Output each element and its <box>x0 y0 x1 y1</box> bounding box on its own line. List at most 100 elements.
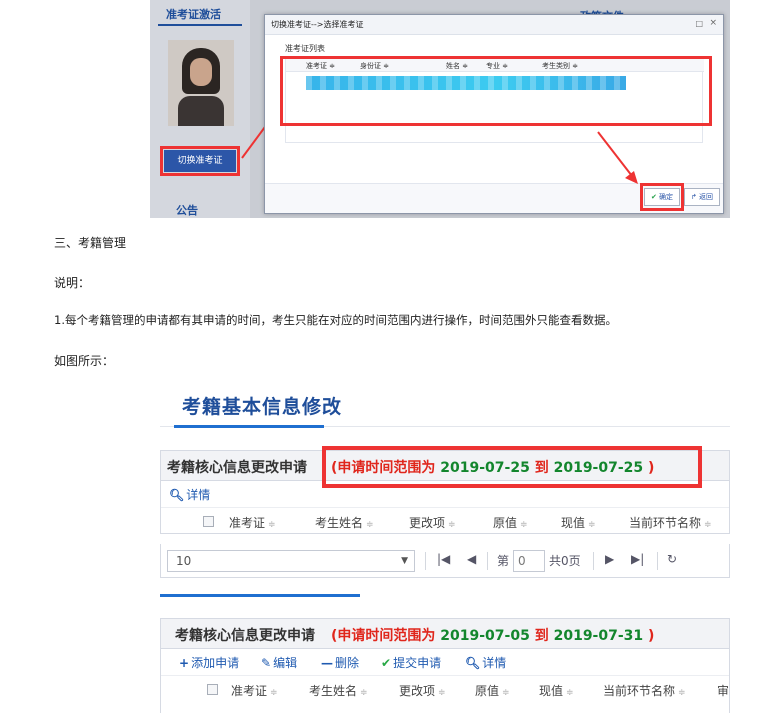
grid-header: 准考证 ≑ 考生姓名 ≑ 更改项 ≑ 原值 ≑ 现值 ≑ 当前环节名称 ≑ 审 <box>161 675 729 701</box>
detail-button[interactable]: 🔍︎ 详情 <box>465 654 506 671</box>
panel-toolbar: + 添加申请 ✎ 编辑 — 删除 ✔ 提交申请 🔍︎ 详情 <box>161 649 729 675</box>
select-all-checkbox[interactable] <box>203 516 214 527</box>
col-new-value[interactable]: 现值 ≑ <box>561 514 596 531</box>
close-icon[interactable]: × <box>709 18 717 28</box>
sort-icon: ≑ <box>678 688 686 698</box>
tab-notice[interactable]: 公告 <box>176 202 198 218</box>
check-icon: ✔ <box>381 656 392 670</box>
note-label: 说明： <box>54 276 91 290</box>
range-end: 2019-07-31 <box>553 628 644 644</box>
col-label: 准考证 <box>229 516 266 530</box>
range-start: 2019-07-05 <box>440 628 530 644</box>
highlight-date-range-1 <box>322 446 702 488</box>
candidate-photo <box>168 40 234 126</box>
add-label: 添加申请 <box>191 656 240 670</box>
col-current-step[interactable]: 当前环节名称 ≑ <box>629 514 712 531</box>
pager: 10 ▼ |◀ ◀ 第 0 共0页 ▶ ▶| ↻ <box>160 544 730 578</box>
col-label: 准考证 <box>231 684 268 698</box>
col-label: 考生姓名 <box>309 684 358 698</box>
delete-button[interactable]: — 删除 <box>321 654 359 671</box>
col-candidate-name[interactable]: 考生姓名 ≑ <box>309 682 368 699</box>
panel-header: 考籍核心信息更改申请 (申请时间范围为 2019-07-05 到 2019-07… <box>161 619 729 649</box>
page-prefix: 第 <box>497 554 510 568</box>
date-range: (申请时间范围为 2019-07-05 到 2019-07-31 ) <box>331 625 654 645</box>
submit-label: 提交申请 <box>393 656 442 670</box>
next-page-icon[interactable]: ▶ <box>605 552 614 566</box>
pager-separator <box>593 552 594 570</box>
page-total: 共0页 <box>549 554 581 568</box>
page-size-value: 10 <box>176 554 192 568</box>
photo-body <box>178 96 224 126</box>
pencil-icon: ✎ <box>261 656 272 670</box>
title-underline <box>174 425 324 428</box>
col-label: 现值 <box>561 516 586 530</box>
sort-icon: ≑ <box>268 520 276 530</box>
delete-label: 删除 <box>335 656 360 670</box>
sort-icon: ≑ <box>366 520 374 530</box>
grid-header: 准考证 ≑ 考生姓名 ≑ 更改项 ≑ 原值 ≑ 现值 ≑ 当前环节名称 ≑ <box>161 507 729 533</box>
tab-admission-activate[interactable]: 准考证激活 <box>166 6 221 22</box>
screenshot-record-modify: 考籍基本信息修改 考籍核心信息更改申请 (申请时间范围为 2019-07-25 … <box>160 378 730 713</box>
range-to: 到 <box>534 628 549 644</box>
edit-button[interactable]: ✎ 编辑 <box>261 654 297 671</box>
section-heading: 三、考籍管理 <box>54 236 127 250</box>
add-request-button[interactable]: + 添加申请 <box>179 654 239 671</box>
pager-separator <box>487 552 488 570</box>
detail-label: 详情 <box>186 488 211 502</box>
col-label: 原值 <box>475 684 500 698</box>
sort-icon: ≑ <box>502 688 510 698</box>
select-all-checkbox[interactable] <box>207 684 218 695</box>
sort-icon: ≑ <box>588 520 596 530</box>
pager-separator <box>657 552 658 570</box>
col-label: 当前环节名称 <box>603 684 676 698</box>
as-shown-label: 如图所示： <box>54 354 115 368</box>
highlight-table <box>280 56 712 126</box>
col-label: 当前环节名称 <box>629 516 702 530</box>
col-old-value[interactable]: 原值 ≑ <box>493 514 528 531</box>
col-admission[interactable]: 准考证 ≑ <box>231 682 278 699</box>
sort-icon: ≑ <box>360 688 368 698</box>
last-page-icon[interactable]: ▶| <box>631 552 644 566</box>
highlight-confirm <box>640 183 684 211</box>
detail-label: 详情 <box>482 656 507 670</box>
detail-button[interactable]: 🔍︎ 详情 <box>169 486 210 503</box>
panel-title: 考籍核心信息更改申请 <box>175 628 315 644</box>
search-icon: 🔍︎ <box>169 488 185 502</box>
first-page-icon[interactable]: |◀ <box>437 552 450 566</box>
plus-icon: + <box>179 656 190 670</box>
sort-icon: ≑ <box>448 520 456 530</box>
col-new-value[interactable]: 现值 ≑ <box>539 682 574 699</box>
page-size-select[interactable]: 10 ▼ <box>167 550 415 572</box>
col-current-step[interactable]: 当前环节名称 ≑ <box>603 682 686 699</box>
search-icon: 🔍︎ <box>465 656 481 670</box>
tab-underline <box>158 24 242 26</box>
page-title: 考籍基本信息修改 <box>182 396 343 418</box>
prev-page-icon[interactable]: ◀ <box>467 552 476 566</box>
maximize-icon[interactable]: □ <box>695 19 703 28</box>
col-old-value[interactable]: 原值 ≑ <box>475 682 510 699</box>
col-change-item[interactable]: 更改项 ≑ <box>409 514 456 531</box>
dropdown-arrow-icon: ▼ <box>401 556 408 566</box>
sort-icon: ≑ <box>520 520 528 530</box>
panel-title: 考籍核心信息更改申请 <box>167 460 307 476</box>
col-label: 更改项 <box>399 684 436 698</box>
col-admission[interactable]: 准考证 ≑ <box>229 514 276 531</box>
panel-core-change-2: 考籍核心信息更改申请 (申请时间范围为 2019-07-05 到 2019-07… <box>160 618 730 713</box>
col-candidate-name[interactable]: 考生姓名 ≑ <box>315 514 374 531</box>
highlight-switch-button <box>160 146 240 176</box>
submit-request-button[interactable]: ✔ 提交申请 <box>381 654 441 671</box>
minus-icon: — <box>321 656 333 670</box>
back-icon: ↱ <box>690 193 697 201</box>
back-label: 返回 <box>699 193 714 201</box>
photo-face <box>190 58 212 86</box>
point-1: 1.每个考籍管理的申请都有其申请的时间，考生只能在对应的时间范围内进行操作，时间… <box>54 313 617 327</box>
range-suffix: ) <box>648 628 655 644</box>
sort-icon: ≑ <box>566 688 574 698</box>
col-change-item[interactable]: 更改项 ≑ <box>399 682 446 699</box>
edit-label: 编辑 <box>273 656 298 670</box>
back-button[interactable]: ↱ 返回 <box>684 188 720 206</box>
page-number-input[interactable]: 0 <box>513 550 545 572</box>
dialog-title: 切换准考证-->选择准考证 <box>265 15 723 35</box>
refresh-icon[interactable]: ↻ <box>667 552 677 566</box>
col-review[interactable]: 审 <box>717 682 729 699</box>
